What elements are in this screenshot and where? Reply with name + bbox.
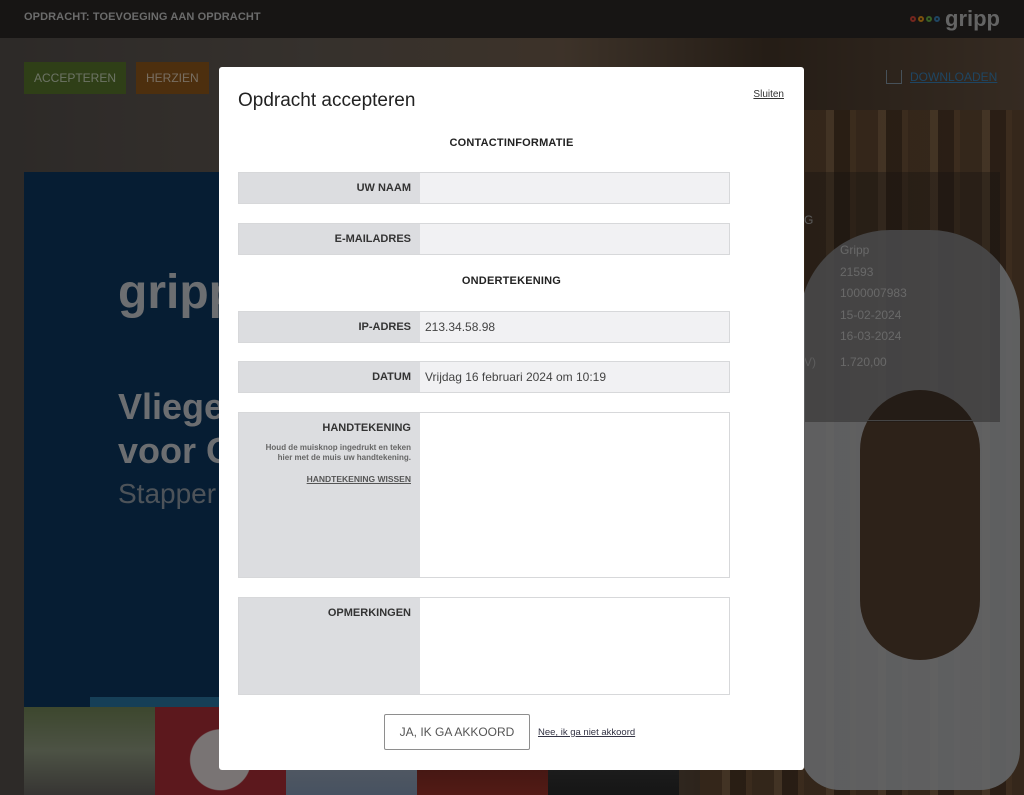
remarks-label: OPMERKINGEN <box>239 598 420 694</box>
contact-heading: CONTACTINFORMATIE <box>449 137 574 149</box>
signature-label-cell: HANDTEKENING Houd de muisknop ingedrukt … <box>239 413 420 577</box>
signature-hint: Houd de muisknop ingedrukt en teken hier… <box>265 443 411 462</box>
name-input[interactable] <box>420 173 729 203</box>
date-field-row: DATUM Vrijdag 16 februari 2024 om 10:19 <box>238 361 730 393</box>
name-field-row: UW NAAM <box>238 172 730 204</box>
date-value: Vrijdag 16 februari 2024 om 10:19 <box>420 362 729 392</box>
signature-label: HANDTEKENING <box>322 422 411 434</box>
ip-label: IP-ADRES <box>239 312 420 342</box>
name-label: UW NAAM <box>239 173 420 203</box>
agree-button[interactable]: JA, IK GA AKKOORD <box>384 714 530 750</box>
email-input[interactable] <box>420 224 729 254</box>
ip-field-row: IP-ADRES 213.34.58.98 <box>238 311 730 343</box>
email-field-row: E-MAILADRES <box>238 223 730 255</box>
ip-value: 213.34.58.98 <box>420 312 729 342</box>
close-link[interactable]: Sluiten <box>753 89 784 100</box>
signing-heading: ONDERTEKENING <box>461 275 562 287</box>
signature-field-row: HANDTEKENING Houd de muisknop ingedrukt … <box>238 412 730 578</box>
email-label: E-MAILADRES <box>239 224 420 254</box>
accept-assignment-dialog: Opdracht accepteren Sluiten CONTACTINFOR… <box>219 67 804 770</box>
remarks-field-row: OPMERKINGEN <box>238 597 730 695</box>
date-label: DATUM <box>239 362 420 392</box>
dialog-title: Opdracht accepteren <box>238 90 416 111</box>
remarks-textarea[interactable] <box>420 598 729 694</box>
decline-link[interactable]: Nee, ik ga niet akkoord <box>538 727 635 738</box>
clear-signature-link[interactable]: HANDTEKENING WISSEN <box>239 473 411 486</box>
signature-pad[interactable] <box>420 413 729 577</box>
